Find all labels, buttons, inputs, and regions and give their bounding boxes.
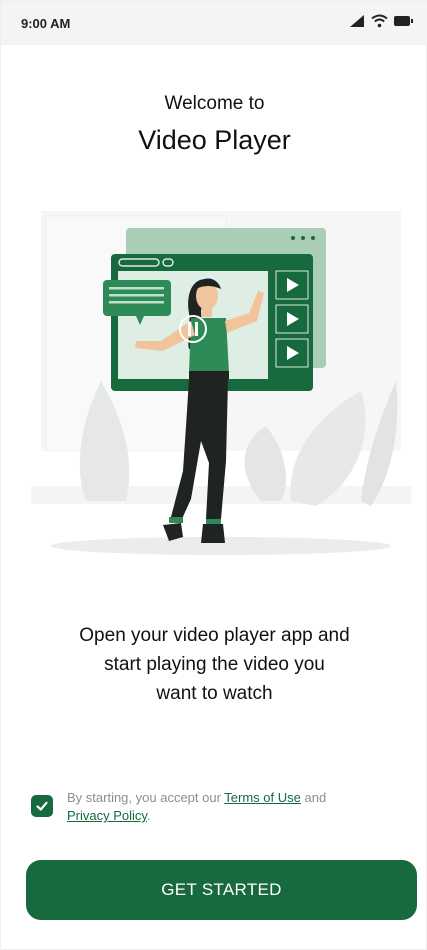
description: Open your video player app and start pla…: [41, 621, 388, 708]
description-line-2: start playing the video you: [104, 654, 325, 675]
terms-consent: By starting, you accept our Terms of Use…: [31, 789, 401, 825]
description-line-3: want to watch: [156, 683, 273, 704]
welcome-illustration: [31, 211, 411, 555]
terms-of-use-link[interactable]: Terms of Use: [224, 790, 301, 805]
battery-icon: [394, 16, 413, 26]
app-screen: 9:00 AM Welcome to Video Player Open you…: [0, 0, 427, 950]
consent-suffix: .: [146, 808, 151, 823]
wifi-icon: [371, 14, 388, 28]
description-line-1: Open your video player app and: [79, 625, 350, 646]
consent-text: By starting, you accept our Terms of Use…: [67, 789, 326, 825]
get-started-button[interactable]: GET STARTED: [26, 860, 417, 920]
accept-terms-checkbox[interactable]: [31, 795, 53, 817]
consent-middle: and: [300, 790, 327, 805]
consent-prefix: By starting, you accept our: [67, 790, 225, 805]
welcome-text: Welcome to: [164, 93, 265, 114]
get-started-label: GET STARTED: [161, 880, 282, 899]
chat-bubble: [103, 280, 171, 316]
signal-icon: [350, 15, 364, 27]
privacy-policy-link[interactable]: Privacy Policy: [67, 808, 147, 823]
app-title: Video Player: [138, 125, 291, 155]
status-bar: 9:00 AM: [1, 1, 427, 45]
status-icons: [349, 14, 414, 28]
pause-icon: [188, 322, 191, 336]
check-icon: [36, 801, 48, 811]
status-time: 9:00 AM: [21, 16, 71, 31]
